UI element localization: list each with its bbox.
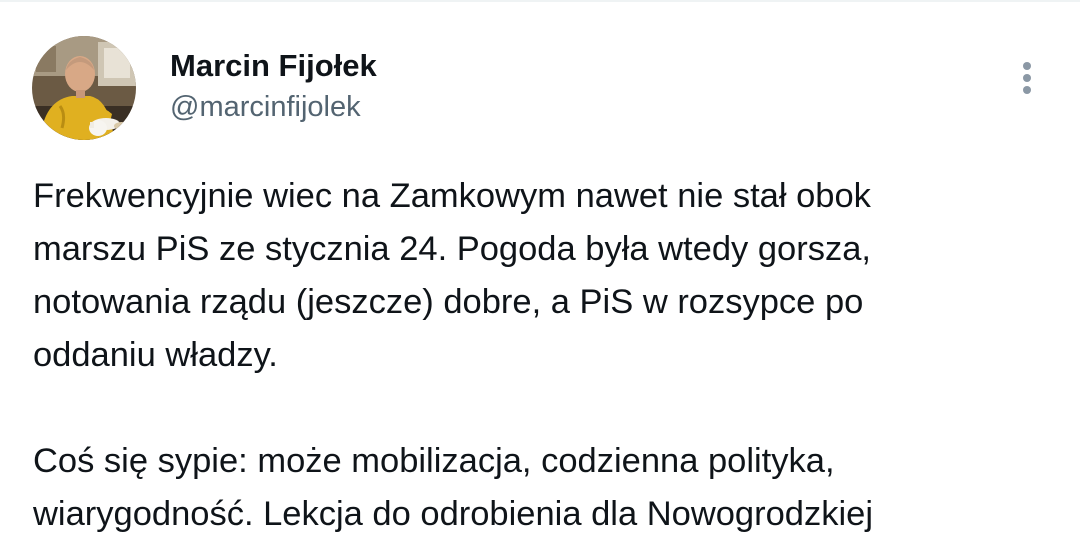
tweet-text-line: marszu PiS ze stycznia 24. Pogoda była w… [33, 230, 871, 268]
avatar[interactable] [32, 36, 136, 140]
tweet-text: Frekwencyjnie wiec na Zamkowym nawet nie… [33, 170, 1053, 541]
tweet-card: Marcin Fijołek @marcinfijolek Frekwencyj… [0, 0, 1080, 550]
user-info: Marcin Fijołek @marcinfijolek [170, 46, 377, 126]
tweet-text-line: notowania rządu (jeszcze) dobre, a PiS w… [33, 283, 864, 321]
more-options-button[interactable] [1008, 56, 1048, 100]
tweet-text-line: wiarygodność. Lekcja do odrobienia dla N… [33, 495, 873, 533]
tweet-text-line: Frekwencyjnie wiec na Zamkowym nawet nie… [33, 177, 871, 215]
display-name[interactable]: Marcin Fijołek [170, 46, 377, 86]
user-handle[interactable]: @marcinfijolek [170, 88, 377, 126]
tweet-text-line: Coś się sypie: może mobilizacja, codzien… [33, 442, 835, 480]
tweet-text-line: oddaniu władzy. [33, 336, 278, 374]
avatar-photo [32, 36, 136, 140]
